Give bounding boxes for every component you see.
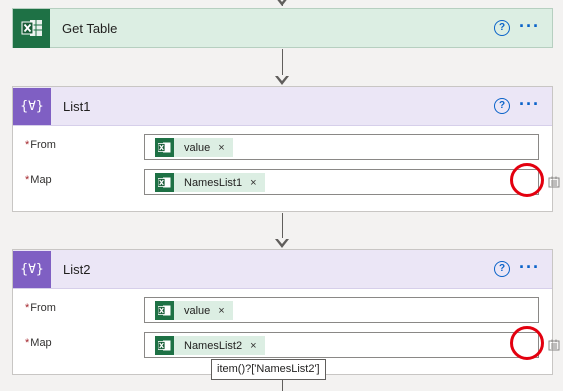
highlight-circle: [510, 163, 544, 197]
arrow-down-icon: [275, 238, 289, 248]
from-label: *From: [25, 139, 56, 151]
map-label: *Map: [25, 337, 52, 349]
card-title: List1: [63, 98, 91, 114]
variable-icon: {∀}: [13, 87, 51, 125]
list2-card[interactable]: {∀} List2 ? ··· *From value × *Map Names…: [12, 249, 559, 375]
help-icon[interactable]: ?: [494, 98, 510, 114]
help-icon[interactable]: ?: [494, 261, 510, 277]
dynamic-content-token[interactable]: NamesList1 ×: [155, 173, 265, 192]
list2-header[interactable]: {∀} List2 ? ···: [13, 250, 552, 289]
excel-icon: [155, 336, 174, 355]
more-options-icon[interactable]: ···: [519, 17, 540, 35]
excel-icon: [155, 301, 174, 320]
remove-token-icon[interactable]: ×: [218, 142, 224, 154]
help-icon[interactable]: ?: [494, 20, 510, 36]
from-row: *From value ×: [13, 297, 552, 323]
card-title: Get Table: [62, 20, 118, 36]
dynamic-content-token[interactable]: value ×: [155, 138, 233, 157]
switch-map-mode-icon[interactable]: [544, 172, 563, 192]
switch-map-mode-icon[interactable]: [544, 335, 563, 355]
map-input[interactable]: NamesList1 ×: [144, 169, 559, 195]
token-label: value: [184, 304, 211, 317]
list1-card[interactable]: {∀} List1 ? ··· *From value × *Map Names…: [12, 86, 559, 212]
from-row: *From value ×: [13, 134, 552, 160]
remove-token-icon[interactable]: ×: [250, 177, 256, 189]
get-table-card[interactable]: Get Table ? ···: [12, 8, 553, 48]
token-label: NamesList2: [184, 339, 243, 352]
from-input[interactable]: value ×: [144, 134, 539, 160]
excel-icon: [155, 138, 174, 157]
get-table-header[interactable]: Get Table ? ···: [12, 8, 553, 48]
more-options-icon[interactable]: ···: [519, 95, 540, 113]
variable-icon: {∀}: [13, 250, 51, 288]
map-input[interactable]: NamesList2 ×: [144, 332, 559, 358]
dynamic-content-token[interactable]: value ×: [155, 301, 233, 320]
map-label: *Map: [25, 174, 52, 186]
arrow-down-icon: [275, 75, 289, 85]
expression-tooltip: item()?['NamesList2']: [211, 359, 326, 380]
map-row: *Map NamesList2 ×: [13, 332, 559, 358]
remove-token-icon[interactable]: ×: [218, 305, 224, 317]
token-label: value: [184, 141, 211, 154]
more-options-icon[interactable]: ···: [519, 258, 540, 276]
list1-header[interactable]: {∀} List1 ? ···: [13, 87, 552, 126]
from-label: *From: [25, 302, 56, 314]
remove-token-icon[interactable]: ×: [250, 340, 256, 352]
card-title: List2: [63, 261, 91, 277]
highlight-circle: [510, 326, 544, 360]
arrow-top: [275, 0, 289, 6]
token-label: NamesList1: [184, 176, 243, 189]
dynamic-content-token[interactable]: NamesList2 ×: [155, 336, 265, 355]
excel-icon: [155, 173, 174, 192]
from-input[interactable]: value ×: [144, 297, 539, 323]
excel-icon: [13, 8, 50, 48]
map-row: *Map NamesList1 ×: [13, 169, 559, 195]
